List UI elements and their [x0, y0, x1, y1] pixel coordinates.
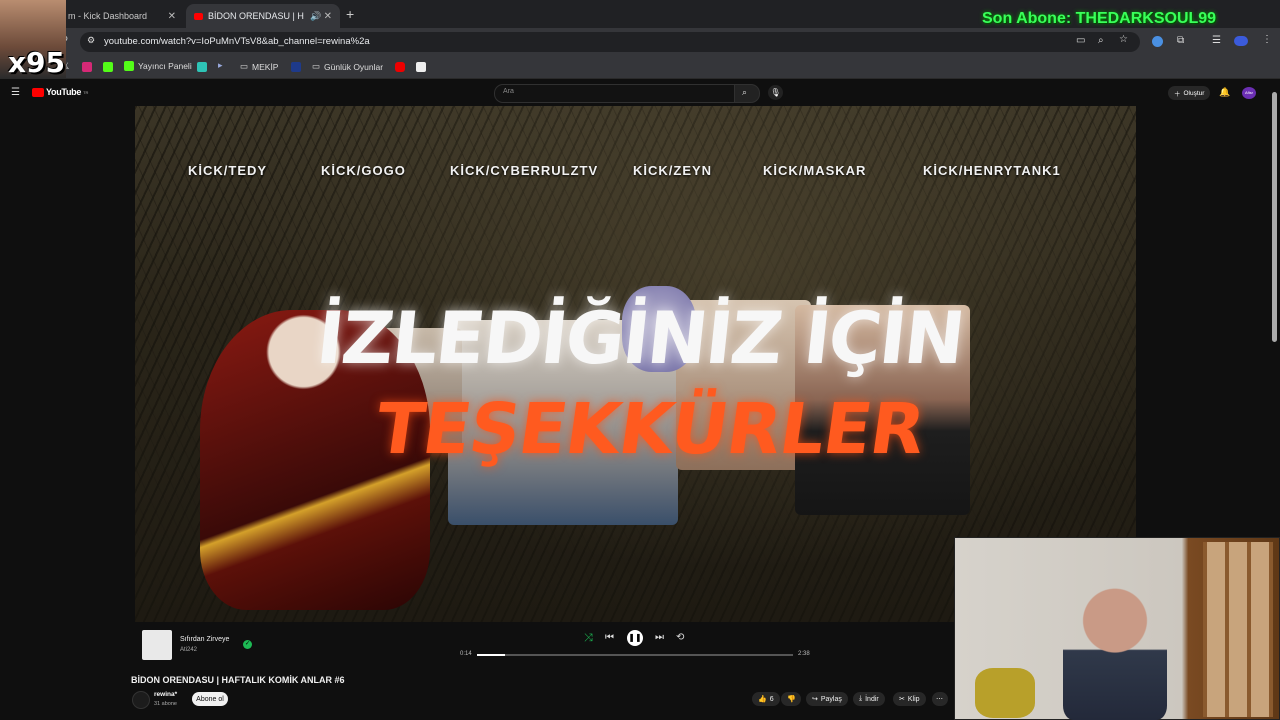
cast-icon[interactable]: ▭: [1076, 35, 1085, 46]
chat-bookmark-icon[interactable]: [197, 62, 207, 72]
credit-text: KİCK/ZEYN: [633, 163, 713, 178]
folder-icon: ▭: [240, 61, 249, 71]
site-info-icon[interactable]: ⚙: [87, 35, 95, 46]
youtube-bookmark-icon[interactable]: [395, 62, 405, 72]
more-icon: ⋯: [936, 696, 943, 703]
bookmarks-bar: [0, 56, 1280, 79]
play-bookmark-icon[interactable]: ▸: [218, 60, 223, 71]
zoom-icon[interactable]: ⌕: [1098, 35, 1104, 46]
kick-icon: [124, 61, 134, 71]
subscribe-button[interactable]: Abone ol: [192, 692, 228, 706]
tab-youtube-video[interactable]: BİDON ORENDASU | HAFTA 🔊 ✕: [186, 4, 340, 28]
credit-text: KİCK/CYBERRULZTV: [450, 163, 599, 178]
youtube-favicon-icon: [194, 12, 203, 20]
tab-label: m - Kick Dashboard: [68, 11, 148, 21]
close-icon[interactable]: ✕: [324, 11, 332, 22]
credit-text: KİCK/MASKAR: [763, 163, 867, 178]
youtube-play-icon: [32, 87, 44, 97]
search-button[interactable]: ⌕: [734, 84, 760, 103]
credit-text: KİCK/HENRYTANK1: [923, 163, 1061, 178]
next-icon[interactable]: ⏭: [655, 632, 664, 643]
bookmark-gunluk-oyunlar[interactable]: ▭ Günlük Oyunlar: [312, 61, 383, 72]
youtube-logo[interactable]: YouTube TR: [32, 87, 88, 97]
video-headline: İZLEDİĞİNİZ İÇİN: [312, 296, 968, 380]
search-input[interactable]: Ara: [494, 84, 736, 103]
download-icon: ⤓: [859, 695, 863, 702]
bookmark-yayinci-paneli[interactable]: Yayıncı Paneli: [124, 61, 192, 71]
instagram-bookmark-icon[interactable]: [82, 62, 92, 72]
tab-kick-dashboard[interactable]: m - Kick Dashboard ✕: [60, 4, 184, 28]
yellow-object-image: [975, 668, 1035, 718]
kebab-menu-icon[interactable]: ⋮: [1262, 34, 1272, 45]
image-bookmark-icon[interactable]: [416, 62, 426, 72]
window-frame-image: [1203, 542, 1273, 717]
page-scrollbar[interactable]: [1272, 92, 1277, 342]
more-button[interactable]: ⋯: [932, 692, 948, 706]
new-tab-button[interactable]: +: [346, 6, 354, 22]
puzzle-icon[interactable]: ⧉: [1177, 35, 1184, 46]
mic-icon[interactable]: 🎙: [768, 85, 783, 100]
create-button[interactable]: ＋ Oluştur: [1168, 86, 1211, 100]
search-icon: ⌕: [742, 87, 748, 97]
total-time: 2:38: [798, 651, 810, 657]
artist-name[interactable]: Ati242: [180, 647, 197, 653]
bookmark-mekip[interactable]: ▭ MEKİP: [240, 61, 278, 72]
thumbs-up-icon: 👍: [758, 696, 767, 703]
song-title[interactable]: Sıfırdan Zirveye: [180, 636, 229, 643]
streamer-person-image: [1063, 578, 1167, 720]
extension-icon[interactable]: [1152, 36, 1163, 47]
bell-icon[interactable]: 🔔: [1219, 87, 1230, 98]
pause-button[interactable]: ❚❚: [627, 630, 643, 646]
site-bookmark-icon[interactable]: [291, 62, 301, 72]
plus-icon: ＋: [1174, 91, 1181, 98]
share-icon: ↪: [812, 696, 818, 703]
subscriber-count: 31 abone: [154, 701, 177, 707]
share-button[interactable]: ↪ Paylaş: [806, 692, 848, 706]
kick-bookmark-icon[interactable]: [103, 62, 113, 72]
video-title: BİDON ORENDASU | HAFTALIK KOMİK ANLAR #6: [131, 675, 345, 685]
progress-fill: [477, 654, 505, 656]
clip-button[interactable]: ✂ Klip: [893, 692, 926, 706]
hamburger-menu-icon[interactable]: ☰: [11, 87, 20, 98]
url-text[interactable]: youtube.com/watch?v=IoPuMnVTsV8&ab_chann…: [104, 36, 370, 47]
song-thumbnail[interactable]: [142, 630, 172, 660]
streamer-webcam: [954, 537, 1280, 720]
download-button[interactable]: ⤓ İndir: [853, 692, 885, 706]
progress-track[interactable]: [477, 654, 793, 656]
music-player-bar: [135, 624, 955, 664]
like-button[interactable]: 👍 6: [752, 692, 780, 706]
dislike-button[interactable]: 👎: [781, 692, 801, 706]
multiplier-overlay: x95: [8, 46, 66, 79]
account-avatar[interactable]: Afisr: [1242, 87, 1256, 99]
repeat-icon[interactable]: ⟲: [676, 632, 684, 643]
shuffle-icon[interactable]: ⤨: [584, 632, 593, 645]
channel-name[interactable]: rewina*: [154, 691, 177, 698]
scissors-icon: ✂: [899, 696, 905, 703]
credit-text: KİCK/GOGO: [321, 163, 406, 178]
star-icon[interactable]: ☆: [1119, 34, 1128, 45]
thumbs-down-icon: 👎: [787, 696, 796, 703]
channel-avatar[interactable]: [132, 691, 150, 709]
close-icon[interactable]: ✕: [168, 11, 176, 22]
tab-label: BİDON ORENDASU | HAFTA: [208, 11, 304, 21]
reading-list-icon[interactable]: ☰: [1212, 35, 1221, 46]
folder-icon: ▭: [312, 61, 321, 71]
speaker-icon[interactable]: 🔊: [310, 11, 321, 22]
check-icon: ✓: [243, 640, 252, 649]
profile-avatar[interactable]: [1234, 36, 1248, 46]
credit-text: KİCK/TEDY: [188, 163, 268, 178]
last-subscriber-overlay: Son Abone: THEDARKSOUL99: [982, 10, 1217, 27]
previous-icon[interactable]: ⏮: [605, 632, 614, 643]
video-subline: TEŞEKKÜRLER: [370, 388, 930, 470]
current-time: 0:14: [460, 651, 472, 657]
